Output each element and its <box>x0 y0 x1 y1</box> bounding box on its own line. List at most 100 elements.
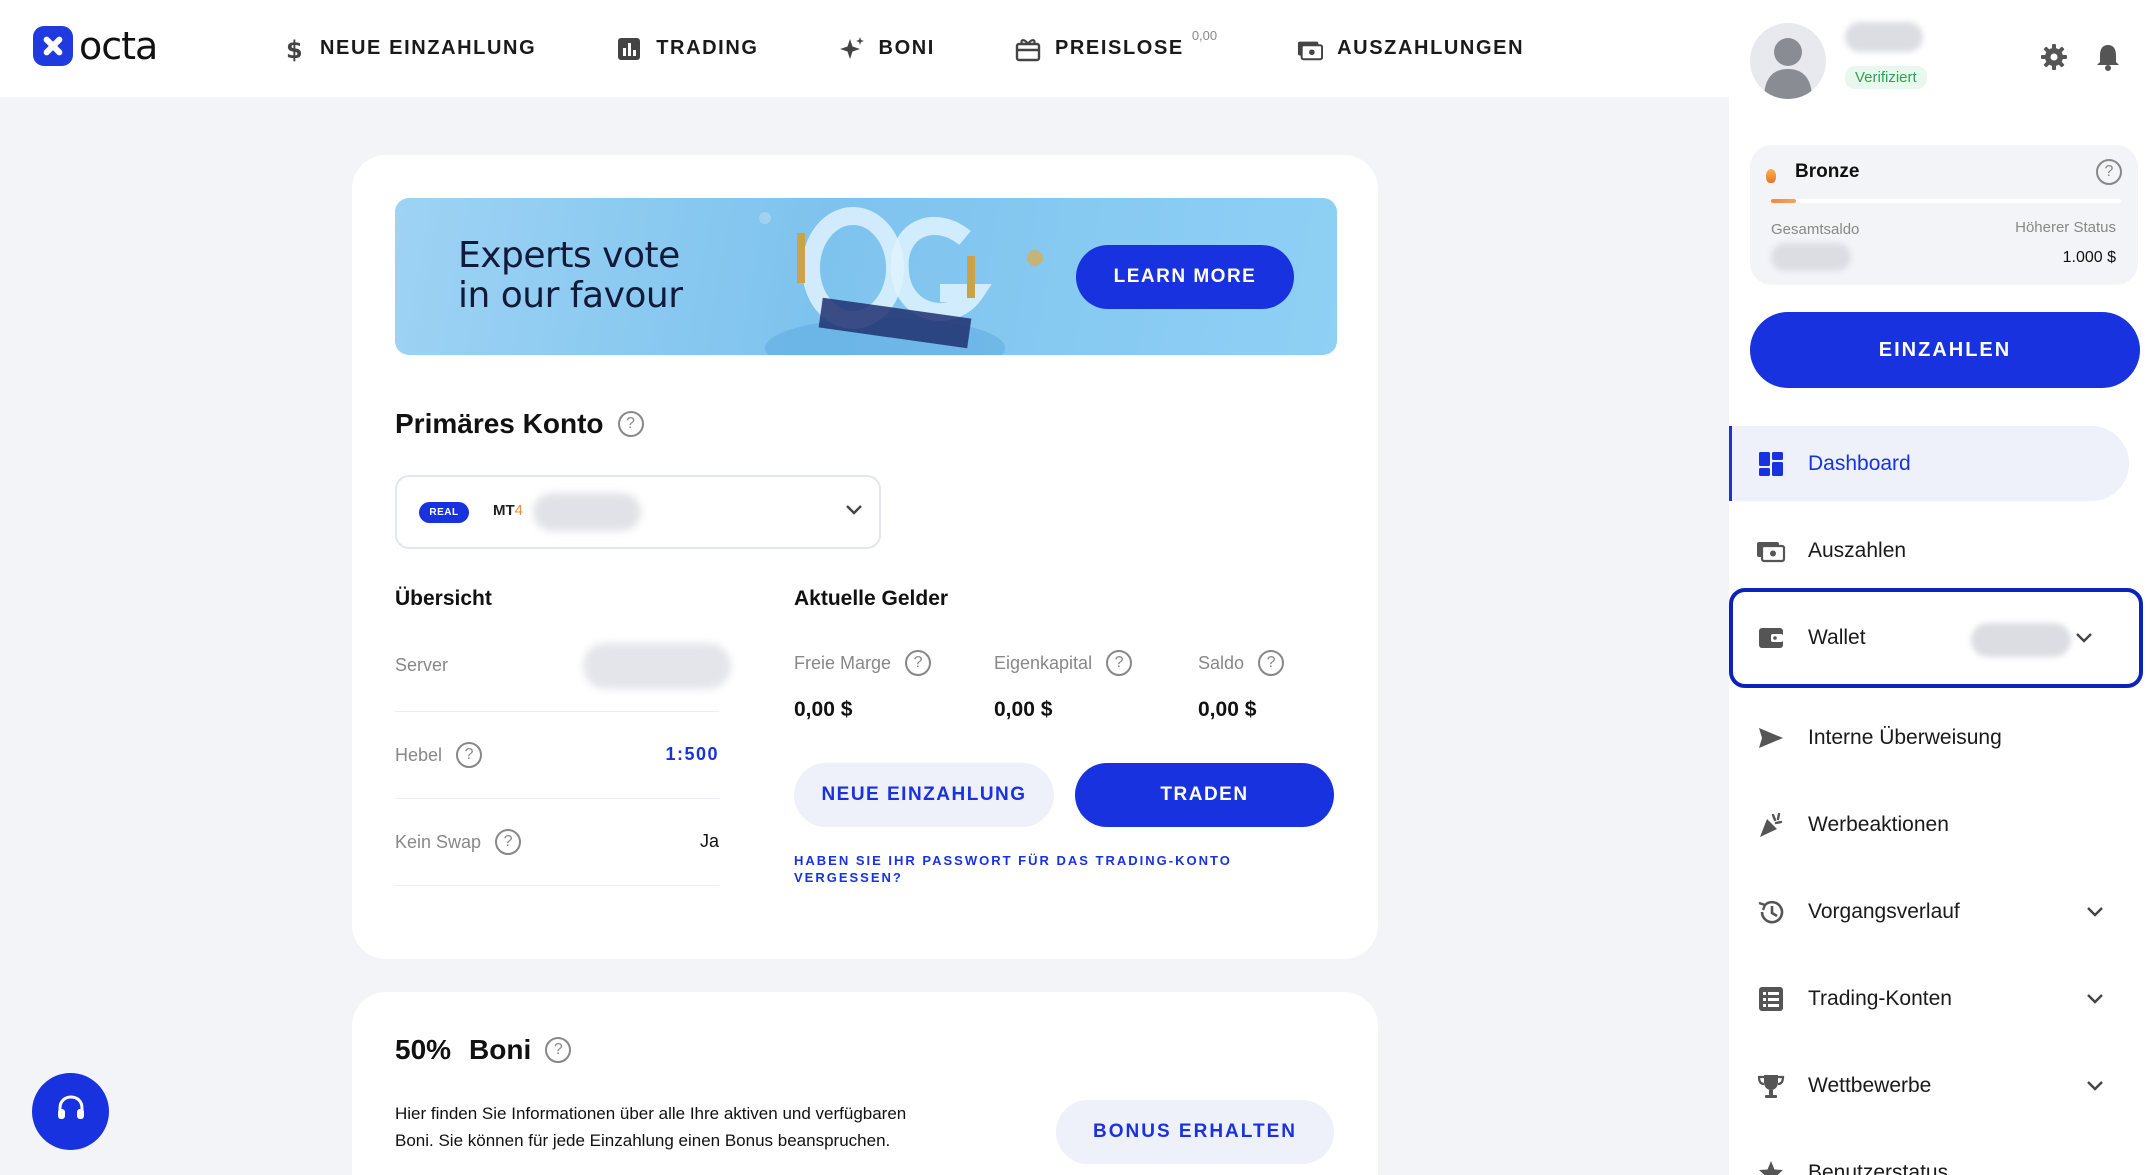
sidebar-item-label: Werbeaktionen <box>1808 812 1949 836</box>
chevron-down-icon[interactable] <box>2075 626 2093 650</box>
headset-icon <box>54 1092 88 1131</box>
nav-label: NEUE EINZAHLUNG <box>320 37 537 59</box>
bonus-description: Hier finden Sie Informationen über alle … <box>395 1104 907 1150</box>
sidebar-item-internal-transfer[interactable]: Interne Überweisung <box>1729 700 2154 775</box>
balance-value: 0,00 $ <box>1198 698 1257 721</box>
sidebar-item-label: Auszahlen <box>1808 538 1907 562</box>
status-progress-bar <box>1771 199 2121 203</box>
sidebar-item-label: Dashboard <box>1808 451 1911 475</box>
help-icon[interactable]: ? <box>456 742 483 768</box>
avatar[interactable] <box>1750 23 1826 99</box>
nav-prize-tickets[interactable]: PREISLOSE 0,00 <box>1015 28 1217 62</box>
sidebar-item-label: Wettbewerbe <box>1808 1073 1932 1097</box>
help-icon[interactable]: ? <box>617 411 644 437</box>
bonus-card: 50% Boni ? Hier finden Sie Informationen… <box>352 992 1378 1175</box>
promo-banner[interactable]: Experts vote in our favour LEARN MORE <box>395 198 1337 355</box>
leverage-value[interactable]: 1:500 <box>665 744 719 765</box>
bonus-title: 50% Boni ? <box>395 1034 572 1066</box>
deposit-button[interactable]: EINZAHLEN <box>1750 312 2140 388</box>
server-value-redacted <box>583 643 731 689</box>
sidebar-item-history[interactable]: Vorgangsverlauf <box>1729 874 2154 949</box>
support-chat-button[interactable] <box>32 1073 109 1150</box>
free-margin: Freie Marge? 0,00 $ <box>794 650 932 722</box>
new-deposit-button[interactable]: NEUE EINZAHLUNG <box>794 763 1054 827</box>
chevron-down-icon[interactable] <box>2086 987 2104 1011</box>
nav-label: TRADING <box>656 37 759 59</box>
sidebar-item-trading-accounts[interactable]: Trading-Konten <box>1729 961 2154 1036</box>
right-sidebar: Verifiziert Bronze ? Gesamtsaldo Höherer… <box>1729 0 2154 1175</box>
sidebar-item-wallet[interactable]: Wallet <box>1729 588 2143 688</box>
account-selector[interactable]: REAL MT4 <box>395 475 881 549</box>
equity-value: 0,00 $ <box>994 698 1053 721</box>
cash-icon <box>1297 36 1324 62</box>
wallet-balance-redacted <box>1971 623 2071 657</box>
sidebar-menu: Dashboard Auszahlen Wallet Interne Überw… <box>1729 426 2154 1175</box>
top-navigation-bar: octa $ NEUE EINZAHLUNG TRADING BONI PREI… <box>0 0 1729 97</box>
overview-row-server: Server <box>395 625 731 712</box>
octa-logo[interactable]: octa <box>33 24 158 68</box>
sidebar-item-promotions[interactable]: Werbeaktionen <box>1729 787 2154 862</box>
help-icon[interactable]: ? <box>495 829 522 855</box>
bell-icon[interactable] <box>2093 42 2123 72</box>
party-icon <box>1756 810 1786 840</box>
chart-icon <box>616 36 642 62</box>
dollar-icon: $ <box>280 36 306 62</box>
nav-bonuses[interactable]: BONI <box>839 36 935 62</box>
sparkle-icon <box>839 36 865 62</box>
help-icon[interactable]: ? <box>905 650 932 676</box>
sidebar-item-label: Interne Überweisung <box>1808 725 2002 749</box>
history-icon <box>1756 897 1786 927</box>
sidebar-item-dashboard[interactable]: Dashboard <box>1729 426 2129 501</box>
gear-icon[interactable] <box>2039 42 2069 72</box>
nav-new-deposit[interactable]: $ NEUE EINZAHLUNG <box>280 36 536 62</box>
free-margin-value: 0,00 $ <box>794 698 853 721</box>
status-progress-fill <box>1771 199 1796 203</box>
trade-button[interactable]: TRADEN <box>1075 763 1334 827</box>
account-number-redacted <box>533 493 641 531</box>
learn-more-button[interactable]: LEARN MORE <box>1076 245 1294 309</box>
verified-badge: Verifiziert <box>1845 66 1927 89</box>
swap-free-value: Ja <box>699 831 719 851</box>
overview-heading: Übersicht <box>395 587 492 610</box>
help-icon[interactable]: ? <box>1106 650 1133 676</box>
main-nav: $ NEUE EINZAHLUNG TRADING BONI PREISLOSE… <box>280 0 1604 97</box>
user-status-card: Bronze ? Gesamtsaldo Höherer Status 1.00… <box>1750 145 2138 285</box>
send-icon <box>1756 723 1786 753</box>
flame-icon <box>1766 169 1776 183</box>
balance: Saldo? 0,00 $ <box>1198 650 1285 722</box>
primary-account-card: Experts vote in our favour LEARN MORE Pr… <box>352 155 1378 959</box>
chevron-down-icon[interactable] <box>845 503 863 521</box>
sidebar-item-label: Benutzerstatus <box>1808 1160 1949 1175</box>
get-bonus-button[interactable]: BONUS ERHALTEN <box>1056 1100 1334 1164</box>
nav-trading[interactable]: TRADING <box>616 36 758 62</box>
swap-free-label: Kein Swap? <box>395 829 522 855</box>
equity: Eigenkapital? 0,00 $ <box>994 650 1133 722</box>
chevron-down-icon[interactable] <box>2086 900 2104 924</box>
next-status-label: Höherer Status <box>2015 219 2116 236</box>
logo-text: octa <box>79 24 158 68</box>
status-level: Bronze <box>1795 161 1860 182</box>
chevron-down-icon[interactable] <box>2086 1074 2104 1098</box>
gift-icon <box>1015 36 1041 62</box>
banner-headline: Experts vote in our favour <box>458 235 683 316</box>
cash-icon <box>1756 536 1786 566</box>
leverage-label: Hebel? <box>395 742 483 768</box>
award-graphic <box>759 207 1043 355</box>
total-balance-label: Gesamtsaldo <box>1771 221 1860 238</box>
help-icon[interactable]: ? <box>545 1037 572 1063</box>
help-icon[interactable]: ? <box>1258 650 1285 676</box>
sidebar-item-withdraw[interactable]: Auszahlen <box>1729 513 2154 588</box>
forgot-password-link[interactable]: HABEN SIE IHR PASSWORT FÜR DAS TRADING-K… <box>794 852 1264 886</box>
overview-row-leverage: Hebel? 1:500 <box>395 712 719 799</box>
sidebar-item-user-status[interactable]: Benutzerstatus <box>1729 1135 2154 1175</box>
current-funds-heading: Aktuelle Gelder <box>794 587 949 610</box>
prize-badge: 0,00 <box>1191 27 1218 43</box>
total-balance-redacted <box>1771 243 1851 271</box>
svg-text:$: $ <box>286 36 304 62</box>
sidebar-item-label: Wallet <box>1808 626 1866 649</box>
sidebar-item-competitions[interactable]: Wettbewerbe <box>1729 1048 2154 1123</box>
help-icon[interactable]: ? <box>2096 159 2122 185</box>
primary-account-title: Primäres Konto ? <box>395 408 644 440</box>
nav-withdrawals[interactable]: AUSZAHLUNGEN <box>1297 36 1524 62</box>
server-label: Server <box>395 655 449 675</box>
